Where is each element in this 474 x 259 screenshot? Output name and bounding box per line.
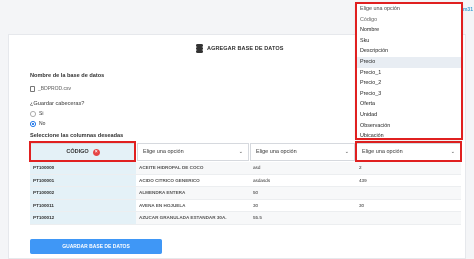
chevron-down-icon: ⌄ (344, 149, 349, 155)
table-cell: ACEITE HIDROPAL DE COCO (136, 162, 250, 175)
column-select-4[interactable]: Elige una opción ⌄ (356, 143, 461, 161)
table-cell: ALMENDRA ENTERA (136, 187, 250, 200)
table-row: PT100011 AVENA EN HOJUELA 30 30 (30, 199, 461, 213)
table-cell (356, 212, 461, 225)
table-cell: 50 (250, 187, 356, 200)
table-cell: 439 (356, 175, 461, 188)
table-row: PT100000 ACEITE HIDROPAL DE COCO asd 2 (30, 162, 461, 175)
table-cell: AZUCAR GRANULADA ESTANDAR 30A. (136, 212, 250, 225)
page-header: AGREGAR BASE DE DATOS (196, 44, 283, 53)
column-select-2-label: Elige una opción (143, 149, 184, 155)
top-right-label: m31 (462, 7, 473, 13)
dropdown-option-descripcion[interactable]: Descripción (357, 46, 461, 57)
db-name-label: Nombre de la base de datos (30, 73, 105, 79)
table-cell: asdasds (250, 175, 356, 188)
dropdown-option-ubicacion[interactable]: Ubicación (357, 131, 461, 142)
column-select-4-label: Elige una opción (362, 149, 403, 155)
column-options-dropdown: Elige una opción Código Nombre Sku Descr… (356, 3, 462, 139)
data-table: PT100000 ACEITE HIDROPAL DE COCO asd 2 P… (30, 162, 461, 225)
save-database-button[interactable]: GUARDAR BASE DE DATOS (30, 239, 162, 254)
file-field[interactable]: _BDPROD.csv (30, 86, 71, 92)
page-title: AGREGAR BASE DE DATOS (207, 45, 284, 52)
dropdown-option-codigo[interactable]: Código (357, 15, 461, 26)
table-cell: 30 (250, 200, 356, 213)
table-cell: PT100012 (30, 212, 136, 225)
radio-yes-circle[interactable] (30, 111, 36, 117)
table-cell: 30 (356, 200, 461, 213)
chevron-down-icon: ⌄ (450, 149, 455, 155)
table-cell: 55.5 (250, 212, 356, 225)
column-select-1[interactable]: CÓDIGO × (30, 143, 136, 161)
dropdown-placeholder[interactable]: Elige una opción (357, 4, 461, 15)
radio-no-label: No (39, 121, 46, 127)
dropdown-option-precio-3[interactable]: Precio_3 (357, 89, 461, 100)
column-select-2[interactable]: Elige una opción ⌄ (137, 143, 249, 161)
dropdown-option-nombre[interactable]: Nombre (357, 25, 461, 36)
file-icon (30, 86, 35, 92)
table-cell: 2 (356, 162, 461, 175)
table-cell: PT100001 (30, 174, 136, 188)
dropdown-option-precio-2[interactable]: Precio_2 (357, 78, 461, 89)
column-select-3-label: Elige una opción (256, 149, 297, 155)
table-cell: PT100000 (30, 162, 136, 175)
radio-yes-label: Si (39, 111, 44, 117)
chevron-down-icon: ⌄ (238, 149, 243, 155)
dropdown-option-oferta[interactable]: Oferta (357, 99, 461, 110)
table-cell: asd (250, 162, 356, 175)
table-cell (356, 187, 461, 200)
headers-question: ¿Guardar cabeceras? (30, 101, 85, 107)
table-cell: PT100002 (30, 187, 136, 200)
table-cell: ACIDO CITRICO GENERICO (136, 175, 250, 188)
dropdown-option-observacion[interactable]: Observación (357, 121, 461, 132)
column-select-3[interactable]: Elige una opción ⌄ (250, 143, 355, 161)
table-row: PT100002 ALMENDRA ENTERA 50 (30, 187, 461, 200)
remove-icon[interactable]: × (92, 148, 100, 156)
file-name: _BDPROD.csv (38, 86, 72, 92)
table-cell: AVENA EN HOJUELA (136, 200, 250, 213)
database-icon (196, 44, 203, 53)
dropdown-option-precio-1[interactable]: Precio_1 (357, 68, 461, 79)
table-cell: PT100011 (30, 199, 136, 213)
table-row: PT100001 ACIDO CITRICO GENERICO asdasds … (30, 174, 461, 188)
column-select-1-label: CÓDIGO (66, 149, 89, 155)
radio-no[interactable]: No (30, 121, 45, 127)
dropdown-option-sku[interactable]: Sku (357, 36, 461, 47)
columns-label: Seleccione las columnas deseadas (30, 133, 124, 139)
table-row: PT100012 AZUCAR GRANULADA ESTANDAR 30A. … (30, 212, 461, 225)
dropdown-option-precio[interactable]: Precio (357, 56, 461, 68)
dropdown-option-unidad[interactable]: Unidad (357, 110, 461, 121)
radio-yes[interactable]: Si (30, 111, 43, 117)
radio-no-circle[interactable] (30, 121, 36, 127)
